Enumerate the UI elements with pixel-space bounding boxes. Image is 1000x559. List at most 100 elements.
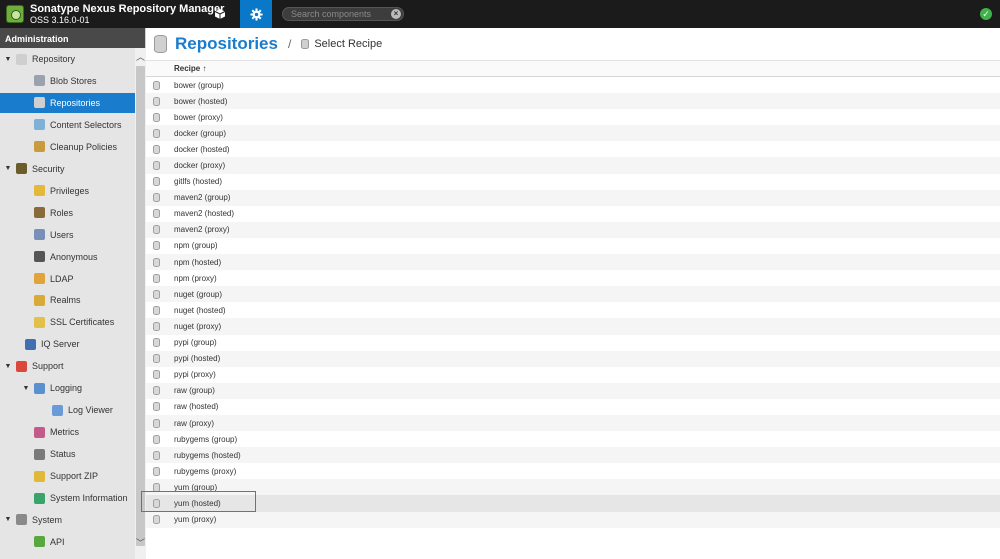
sidebar-item-support[interactable]: ▼ Support — [0, 356, 135, 376]
expand-arrow-icon[interactable]: ▼ — [22, 385, 30, 392]
search-input[interactable] — [291, 8, 387, 20]
sidebar-item-users[interactable]: Users — [0, 225, 135, 245]
sidebar-item-security[interactable]: ▼ Security — [0, 159, 135, 179]
recipe-row[interactable]: rubygems (hosted) — [146, 447, 1000, 464]
sidebar-item-blob-stores[interactable]: Blob Stores — [0, 71, 135, 91]
expand-arrow-icon[interactable]: ▼ — [4, 56, 12, 63]
recipe-label: pypi (proxy) — [174, 370, 216, 380]
recipe-row[interactable]: rubygems (proxy) — [146, 463, 1000, 479]
page-title[interactable]: Repositories — [175, 34, 278, 54]
database-icon — [153, 305, 160, 315]
breadcrumb: Select Recipe — [314, 38, 383, 50]
sidebar-header: Administration — [0, 28, 145, 48]
sidebar-item-label: Support ZIP — [50, 471, 99, 482]
recipe-row[interactable]: nuget (proxy) — [146, 318, 1000, 335]
recipe-row[interactable]: gitlfs (hosted) — [146, 174, 1000, 190]
sidebar-item-realms[interactable]: Realms — [0, 290, 135, 310]
sidebar-item-system[interactable]: ▼ System — [0, 510, 135, 530]
status-icon — [34, 448, 45, 460]
recipe-row[interactable]: rubygems (group) — [146, 431, 1000, 447]
top-bar: Sonatype Nexus Repository Manager OSS 3.… — [0, 0, 1000, 28]
sidebar-item-label: Privileges — [50, 185, 90, 196]
recipe-row[interactable]: npm (proxy) — [146, 270, 1000, 286]
clear-search-icon[interactable]: × — [391, 9, 401, 19]
database-icon — [153, 128, 160, 138]
sidebar-item-repository[interactable]: ▼ Repository — [0, 49, 135, 69]
recipe-label: raw (proxy) — [174, 418, 215, 428]
recipe-row[interactable]: docker (proxy) — [146, 157, 1000, 174]
recipe-row[interactable]: yum (hosted) — [141, 491, 1000, 513]
expand-arrow-icon[interactable]: ▼ — [4, 165, 12, 172]
sidebar-item-privileges[interactable]: Privileges — [0, 181, 135, 201]
zip-icon — [34, 470, 45, 482]
metrics-icon — [34, 426, 45, 438]
sidebar-item-status[interactable]: Status — [0, 444, 135, 464]
recipe-row[interactable]: yum (group) — [146, 479, 1000, 496]
recipe-row[interactable]: pypi (group) — [146, 335, 1000, 351]
expand-arrow-icon[interactable]: ▼ — [4, 363, 12, 370]
sidebar-item-ldap[interactable]: LDAP — [0, 269, 135, 289]
database-icon — [153, 354, 160, 364]
recipe-row[interactable]: bower (hosted) — [146, 93, 1000, 110]
recipe-row[interactable]: maven2 (hosted) — [146, 206, 1000, 222]
database-icon — [153, 177, 160, 187]
recipe-row[interactable]: maven2 (proxy) — [146, 221, 1000, 238]
sidebar-item-label: Support — [32, 361, 64, 372]
recipe-label: npm (hosted) — [174, 257, 222, 267]
recipe-row[interactable]: bower (proxy) — [146, 109, 1000, 125]
recipe-row[interactable]: docker (group) — [146, 125, 1000, 142]
recipe-row[interactable]: raw (proxy) — [146, 414, 1000, 432]
recipe-row[interactable]: npm (group) — [146, 238, 1000, 254]
sidebar-item-label: Security — [32, 163, 65, 174]
sidebar-item-iq-server[interactable]: IQ Server — [0, 334, 135, 354]
sidebar-item-log-viewer[interactable]: Log Viewer — [0, 400, 135, 420]
sidebar-item-roles[interactable]: Roles — [0, 203, 135, 223]
sidebar-item-support-zip[interactable]: Support ZIP — [0, 466, 135, 486]
sidebar-item-label: System Information — [50, 493, 128, 503]
database-icon — [153, 273, 160, 283]
sidebar-item-anonymous[interactable]: Anonymous — [0, 247, 135, 267]
database-icon — [153, 225, 160, 235]
recipe-row[interactable]: npm (hosted) — [146, 254, 1000, 271]
sidebar-item-repositories[interactable]: Repositories — [0, 92, 135, 113]
check-circle-icon[interactable]: ✓ — [980, 8, 992, 20]
database-icon — [153, 289, 160, 299]
scroll-up-icon[interactable]: ︿ — [135, 51, 146, 63]
recipe-row[interactable]: nuget (hosted) — [146, 302, 1000, 318]
scroll-thumb[interactable] — [136, 66, 145, 546]
database-icon — [153, 161, 160, 171]
recipe-label: rubygems (proxy) — [174, 466, 237, 476]
sidebar-item-metrics[interactable]: Metrics — [0, 422, 135, 442]
recipe-row[interactable]: pypi (proxy) — [146, 367, 1000, 383]
recipe-row[interactable]: bower (group) — [146, 77, 1000, 93]
browse-button[interactable] — [204, 0, 236, 28]
sidebar-scrollbar[interactable]: ︿ ﹀ — [135, 48, 146, 559]
recipe-row[interactable]: nuget (group) — [146, 286, 1000, 303]
recipe-row[interactable]: raw (group) — [146, 382, 1000, 399]
ldap-icon — [34, 273, 45, 284]
expand-arrow-icon[interactable]: ▼ — [4, 516, 12, 523]
scroll-down-icon[interactable]: ﹀ — [135, 537, 146, 549]
sidebar-item-ssl-certificates[interactable]: SSL Certificates — [0, 312, 135, 332]
breadcrumb-separator: / — [287, 37, 292, 51]
recipe-row[interactable]: raw (hosted) — [146, 399, 1000, 415]
sidebar-item-content-selectors[interactable]: Content Selectors — [0, 115, 135, 135]
recipe-row[interactable]: docker (hosted) — [146, 141, 1000, 157]
sidebar: Administration ▼ Repository Blob Stores Rep… — [0, 28, 146, 559]
recipe-label: maven2 (hosted) — [174, 209, 235, 219]
recipe-row[interactable]: maven2 (group) — [146, 189, 1000, 206]
admin-button[interactable] — [240, 0, 272, 28]
sidebar-item-label: SSL Certificates — [50, 317, 115, 328]
page-header: Repositories / Select Recipe — [146, 28, 1000, 61]
database-icon — [153, 209, 160, 219]
sidebar-item-system-information[interactable]: System Information — [0, 488, 135, 508]
recipe-column-header[interactable]: Recipe ↑ — [146, 61, 1000, 77]
recipe-label: docker (hosted) — [174, 144, 230, 154]
recipe-label: gitlfs (hosted) — [174, 177, 223, 187]
recipe-row[interactable]: pypi (hosted) — [146, 350, 1000, 367]
sidebar-item-api[interactable]: API — [0, 532, 135, 552]
sidebar-item-logging[interactable]: ▼ Logging — [0, 378, 135, 398]
sidebar-item-label: Blob Stores — [50, 75, 97, 86]
recipe-row[interactable]: yum (proxy) — [146, 511, 1000, 528]
sidebar-item-cleanup-policies[interactable]: Cleanup Policies — [0, 137, 135, 157]
